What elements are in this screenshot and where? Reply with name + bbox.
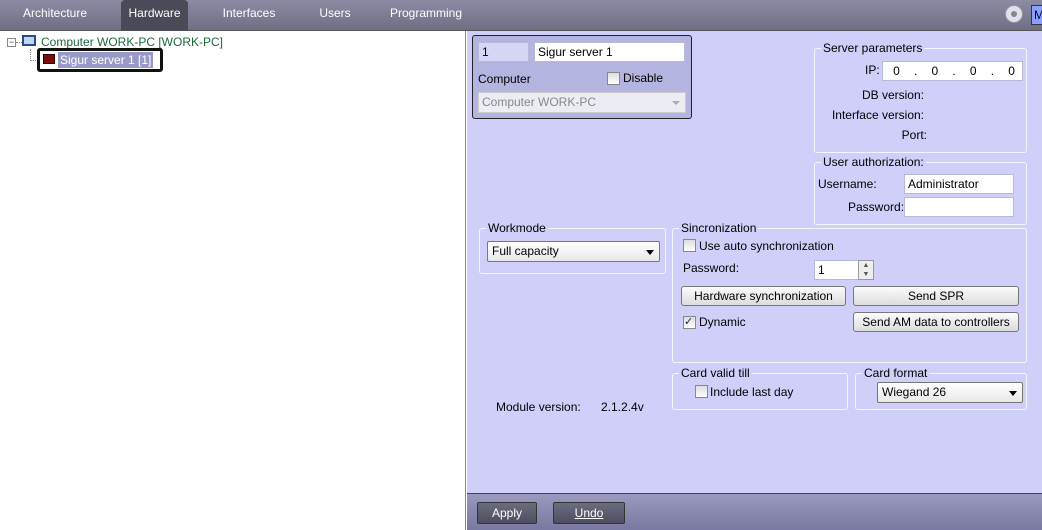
send-spr-button[interactable]: Send SPR [853, 286, 1019, 306]
auto-sync-label: Use auto synchronization [699, 239, 834, 253]
settings-panel: 1 Sigur server 1 Computer Disable Comput… [467, 31, 1042, 493]
hardware-tree: − Computer WORK-PC [WORK-PC] Sigur serve… [0, 31, 466, 530]
chevron-down-icon [646, 250, 654, 255]
collapse-icon[interactable]: − [7, 38, 16, 47]
workmode-title: Workmode [486, 221, 548, 235]
settings-icon[interactable] [1005, 5, 1023, 23]
include-last-day-label: Include last day [710, 385, 794, 399]
spinner[interactable]: ▲ ▼ [858, 260, 874, 280]
card-format-title: Card format [862, 366, 930, 380]
workmode-value: Full capacity [492, 244, 559, 258]
auto-sync-checkbox[interactable] [683, 239, 696, 252]
sync-password-field[interactable]: 1 [814, 260, 859, 280]
ip-field[interactable]: 0.0.0.0 [882, 61, 1023, 81]
footer-bar: Apply Undo [467, 493, 1042, 530]
object-name-field[interactable]: Sigur server 1 [534, 42, 685, 62]
tree-item-computer[interactable]: Computer WORK-PC [WORK-PC] [41, 35, 223, 49]
chevron-down-icon [672, 101, 680, 105]
synchronization-title: Sincronization [679, 221, 759, 235]
ip-octet: 0 [931, 64, 939, 78]
port-label: Port: [901, 128, 927, 142]
dynamic-label: Dynamic [699, 315, 746, 329]
module-version-value: 2.1.2.4v [601, 400, 644, 414]
db-version-label: DB version: [861, 88, 924, 102]
ip-octet: 0 [969, 64, 977, 78]
hardware-sync-button[interactable]: Hardware synchronization [681, 286, 846, 306]
user-authorization-title: User authorization: [821, 155, 926, 169]
top-tab-bar: Architecture Hardware Interfaces Users P… [0, 0, 1042, 31]
workmode-select[interactable]: Full capacity [487, 241, 660, 262]
disable-checkbox[interactable] [607, 72, 620, 85]
monitor-badge[interactable]: M [1031, 5, 1042, 25]
computer-label: Computer [478, 72, 531, 86]
auth-password-field[interactable] [904, 197, 1014, 217]
send-am-data-button[interactable]: Send AM data to controllers [853, 312, 1019, 332]
card-format-value: Wiegand 26 [882, 385, 947, 399]
chevron-down-icon [1009, 391, 1017, 396]
computer-icon [22, 35, 36, 46]
username-field[interactable]: Administrator [904, 174, 1014, 194]
ip-octet: 0 [1008, 64, 1015, 78]
tab-interfaces[interactable]: Interfaces [216, 0, 282, 31]
include-last-day-checkbox[interactable] [695, 385, 708, 398]
undo-button[interactable]: Undo [553, 502, 625, 524]
ip-label: IP: [865, 63, 880, 77]
interface-version-label: Interface version: [831, 108, 924, 122]
tree-item-sigur-server[interactable]: Sigur server 1 [1] [58, 52, 154, 68]
card-format-select[interactable]: Wiegand 26 [877, 382, 1023, 403]
tab-hardware[interactable]: Hardware [121, 0, 188, 31]
username-label: Username: [818, 177, 877, 191]
object-id-field[interactable]: 1 [478, 42, 529, 62]
apply-button[interactable]: Apply [477, 502, 537, 524]
dynamic-checkbox[interactable]: ✓ [683, 316, 696, 329]
tab-users[interactable]: Users [314, 0, 356, 31]
server-parameters-title: Server parameters [821, 41, 925, 55]
computer-select-value: Computer WORK-PC [482, 95, 597, 109]
computer-select[interactable]: Computer WORK-PC [478, 92, 686, 113]
ip-octet: 0 [893, 64, 900, 78]
server-icon [43, 54, 55, 64]
tab-architecture[interactable]: Architecture [18, 0, 92, 31]
password-label: Password: [848, 200, 905, 214]
disable-label: Disable [623, 71, 664, 85]
card-valid-title: Card valid till [679, 366, 752, 380]
sync-password-label: Password: [683, 261, 740, 275]
tab-programming[interactable]: Programming [388, 0, 464, 31]
module-version-label: Module version: [496, 400, 581, 414]
